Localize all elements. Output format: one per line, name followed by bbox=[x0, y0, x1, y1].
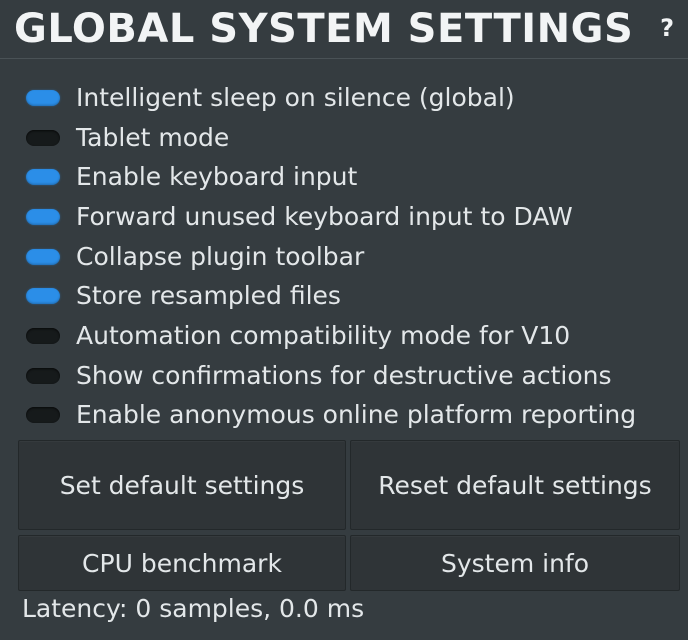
setting-label: Store resampled files bbox=[76, 281, 341, 311]
setting-automation-v10[interactable]: Automation compatibility mode for V10 bbox=[26, 316, 676, 356]
setting-label: Tablet mode bbox=[76, 122, 230, 152]
page-title: GLOBAL SYSTEM SETTINGS bbox=[14, 6, 634, 52]
setting-forward-keyboard[interactable]: Forward unused keyboard input to DAW bbox=[26, 197, 676, 237]
setting-label: Automation compatibility mode for V10 bbox=[76, 320, 571, 350]
set-default-settings-button[interactable]: Set default settings bbox=[18, 440, 346, 530]
setting-collapse-toolbar[interactable]: Collapse plugin toolbar bbox=[26, 237, 676, 277]
setting-store-resampled[interactable]: Store resampled files bbox=[26, 276, 676, 316]
toggle-switch[interactable] bbox=[26, 169, 60, 186]
setting-label: Forward unused keyboard input to DAW bbox=[76, 201, 573, 231]
setting-intelligent-sleep[interactable]: Intelligent sleep on silence (global) bbox=[26, 78, 676, 118]
setting-tablet-mode[interactable]: Tablet mode bbox=[26, 118, 676, 158]
setting-label: Enable keyboard input bbox=[76, 162, 358, 192]
setting-keyboard-input[interactable]: Enable keyboard input bbox=[26, 157, 676, 197]
setting-label: Intelligent sleep on silence (global) bbox=[76, 82, 515, 112]
toggle-switch[interactable] bbox=[26, 367, 60, 384]
header-bar: GLOBAL SYSTEM SETTINGS ? bbox=[0, 0, 688, 59]
cpu-benchmark-button[interactable]: CPU benchmark bbox=[18, 535, 346, 591]
settings-list: Intelligent sleep on silence (global) Ta… bbox=[26, 78, 676, 435]
setting-anonymous-reporting[interactable]: Enable anonymous online platform reporti… bbox=[26, 396, 676, 436]
toggle-switch[interactable] bbox=[26, 288, 60, 305]
setting-label: Show confirmations for destructive actio… bbox=[76, 360, 612, 390]
toggle-switch[interactable] bbox=[26, 89, 60, 106]
toggle-switch[interactable] bbox=[26, 248, 60, 265]
latency-status: Latency: 0 samples, 0.0 ms bbox=[22, 594, 365, 623]
reset-default-settings-button[interactable]: Reset default settings bbox=[350, 440, 680, 530]
setting-show-confirmations[interactable]: Show confirmations for destructive actio… bbox=[26, 356, 676, 396]
toggle-switch[interactable] bbox=[26, 129, 60, 146]
setting-label: Enable anonymous online platform reporti… bbox=[76, 400, 637, 430]
setting-label: Collapse plugin toolbar bbox=[76, 241, 365, 271]
toggle-switch[interactable] bbox=[26, 327, 60, 344]
help-button[interactable]: ? bbox=[660, 14, 674, 42]
toggle-switch[interactable] bbox=[26, 407, 60, 424]
system-info-button[interactable]: System info bbox=[350, 535, 680, 591]
toggle-switch[interactable] bbox=[26, 208, 60, 225]
